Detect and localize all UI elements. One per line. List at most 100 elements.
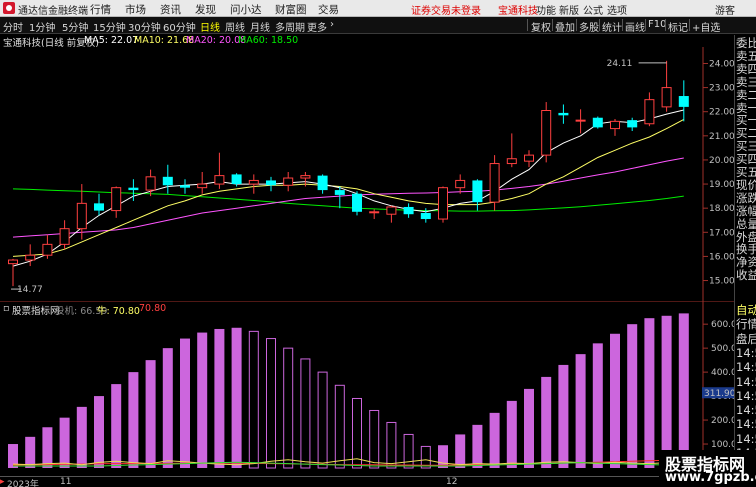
sidebar-item[interactable]: 总量 xyxy=(736,217,756,231)
login-warning[interactable]: 证券交易未登录 xyxy=(411,2,481,17)
period-5min[interactable]: 5分钟 xyxy=(62,19,88,34)
axis-month-12: 12 xyxy=(446,477,458,487)
btn-f10[interactable]: F10 xyxy=(648,19,666,30)
indicator-chart[interactable]: 600.00500.00400.00300.00200.00100.00311.… xyxy=(0,301,734,476)
menu-jiaoyi[interactable]: 交易 xyxy=(318,2,339,17)
sidebar-item[interactable]: 卖一 xyxy=(736,101,756,115)
sidebar-item[interactable]: 外盘 xyxy=(736,230,756,244)
sidebar-item[interactable]: 行情 xyxy=(736,317,756,331)
sidebar-item[interactable]: 买二 xyxy=(736,126,756,140)
sidebar-item[interactable]: 14:5 xyxy=(736,389,756,403)
candle-down xyxy=(420,213,431,220)
sidebar-item[interactable]: 14:5 xyxy=(736,360,756,374)
menu-xinban[interactable]: 新版 xyxy=(559,2,579,17)
indicator-bar xyxy=(197,332,208,468)
title-bar: 通达信金融终端 行情 市场 资讯 发现 问小达 财富圈 交易 证券交易未登录 宝… xyxy=(0,0,756,17)
sidebar-item[interactable]: 14:5 xyxy=(736,375,756,389)
btn-diejia[interactable]: 叠加 xyxy=(555,19,575,34)
candle-up xyxy=(76,202,87,230)
sidebar-item[interactable]: 卖三 xyxy=(736,75,756,89)
menu-faxian[interactable]: 发现 xyxy=(195,2,216,17)
sidebar-item[interactable]: 盘后 xyxy=(736,332,756,346)
toolbar-separator xyxy=(689,19,690,31)
sidebar-item[interactable]: 净资 xyxy=(736,255,756,269)
period-week[interactable]: 周线 xyxy=(225,19,245,34)
period-month[interactable]: 月线 xyxy=(250,19,270,34)
sidebar-item[interactable]: 14:5 xyxy=(736,346,756,360)
period-1min[interactable]: 1分钟 xyxy=(29,19,55,34)
candle-up xyxy=(145,176,156,191)
y-tick-label: 22.00 xyxy=(709,108,734,118)
y-tick-label: 20.00 xyxy=(709,156,734,166)
menu-shichang[interactable]: 市场 xyxy=(125,2,146,17)
sidebar-item[interactable]: 涨跌 xyxy=(736,191,756,205)
sidebar-item[interactable]: 买四 xyxy=(736,152,756,166)
period-fenshi[interactable]: 分时 xyxy=(3,19,23,34)
candle-down xyxy=(592,117,603,128)
sidebar-item[interactable]: 买五 xyxy=(736,165,756,179)
y-tick-label: 21.00 xyxy=(709,132,734,142)
ma60-value: MA60: 18.50 xyxy=(238,35,299,46)
period-30min[interactable]: 30分钟 xyxy=(128,19,161,34)
period-toolbar: 分时 1分钟 5分钟 15分钟 30分钟 60分钟 日线 周线 月线 多周期 更… xyxy=(0,17,756,34)
period-multi[interactable]: 多周期 xyxy=(275,19,305,34)
sidebar-item[interactable]: 14:5 xyxy=(736,432,756,446)
sidebar-item[interactable]: 卖四 xyxy=(736,62,756,76)
sidebar-item[interactable]: 涨幅 xyxy=(736,204,756,218)
indicator-bar xyxy=(678,313,689,468)
menu-gongneng[interactable]: 功能 xyxy=(536,2,556,17)
sidebar-item[interactable]: 14:5 xyxy=(736,403,756,417)
y-tick-label: 15.00 xyxy=(709,277,734,287)
btn-fuquan[interactable]: 复权 xyxy=(531,19,551,34)
candle-up xyxy=(248,179,259,185)
menu-hangqing[interactable]: 行情 xyxy=(90,2,111,17)
sidebar-item[interactable]: 收益 xyxy=(736,268,756,282)
sub-y-tick-label: 200.00 xyxy=(711,416,734,426)
guest-user[interactable]: 游客 xyxy=(715,2,735,17)
ma-info-line: 宝通科技(日线 前复权) MA5: 22.07 MA10: 21.68 MA20… xyxy=(0,35,700,49)
indicator-bar xyxy=(128,372,139,468)
sidebar-item[interactable]: 委比 xyxy=(736,36,756,50)
indicator-bar xyxy=(438,445,448,468)
checkbox-icon[interactable]: ▫ xyxy=(3,303,9,314)
menu-xuanxiang[interactable]: 选项 xyxy=(607,2,627,17)
btn-zixuan[interactable]: +自选 xyxy=(692,19,720,34)
sidebar-item[interactable]: 买三 xyxy=(736,139,756,153)
menu-gongshi[interactable]: 公式 xyxy=(583,2,603,17)
btn-biaoji[interactable]: 标记 xyxy=(668,19,688,34)
period-15min[interactable]: 15分钟 xyxy=(93,19,126,34)
btn-tongji[interactable]: 统计 xyxy=(602,19,622,34)
menu-caifuquan[interactable]: 财富圈 xyxy=(275,2,307,17)
sidebar-item[interactable]: 自动 xyxy=(736,303,756,317)
indicator-bar xyxy=(25,436,36,468)
sidebar-item[interactable]: 买一 xyxy=(736,113,756,127)
candle-up xyxy=(214,175,225,185)
indicator-bar xyxy=(558,364,569,468)
period-60min[interactable]: 60分钟 xyxy=(163,19,196,34)
indicator-bar xyxy=(661,315,672,468)
candle-up xyxy=(8,259,18,265)
indicator-bar xyxy=(472,424,483,468)
toolbar-separator xyxy=(622,19,623,31)
sidebar-item[interactable]: 卖二 xyxy=(736,88,756,102)
sidebar-item[interactable]: 现价 xyxy=(736,178,756,192)
candle-up xyxy=(197,183,208,189)
price-chart[interactable]: 24.00 23.00 22.00 21.00 20.00 19.00 18.00 17.00… xyxy=(0,47,734,301)
chevron-right-icon[interactable]: › xyxy=(330,19,334,30)
period-more[interactable]: 更多 xyxy=(307,19,327,34)
y-tick-label: 23.00 xyxy=(709,84,734,94)
toolbar-separator xyxy=(552,19,553,31)
sidebar-item[interactable]: 卖五 xyxy=(736,49,756,63)
btn-duogu[interactable]: 多股 xyxy=(579,19,599,34)
watermark-url: www.7gpzb.com xyxy=(665,470,756,485)
candle-down xyxy=(403,206,414,215)
stock-link[interactable]: 宝通科技 xyxy=(498,2,538,17)
btn-huaxian[interactable]: 画线 xyxy=(625,19,645,34)
menu-wenxiaoda[interactable]: 问小达 xyxy=(230,2,262,17)
sidebar-item[interactable]: 换手 xyxy=(736,242,756,256)
sidebar-item[interactable]: 14:5 xyxy=(736,417,756,431)
period-day[interactable]: 日线 xyxy=(200,19,220,34)
menu-zixun[interactable]: 资讯 xyxy=(160,2,181,17)
ma5-value: MA5: 22.07 xyxy=(84,35,139,46)
candle-down xyxy=(94,203,104,211)
